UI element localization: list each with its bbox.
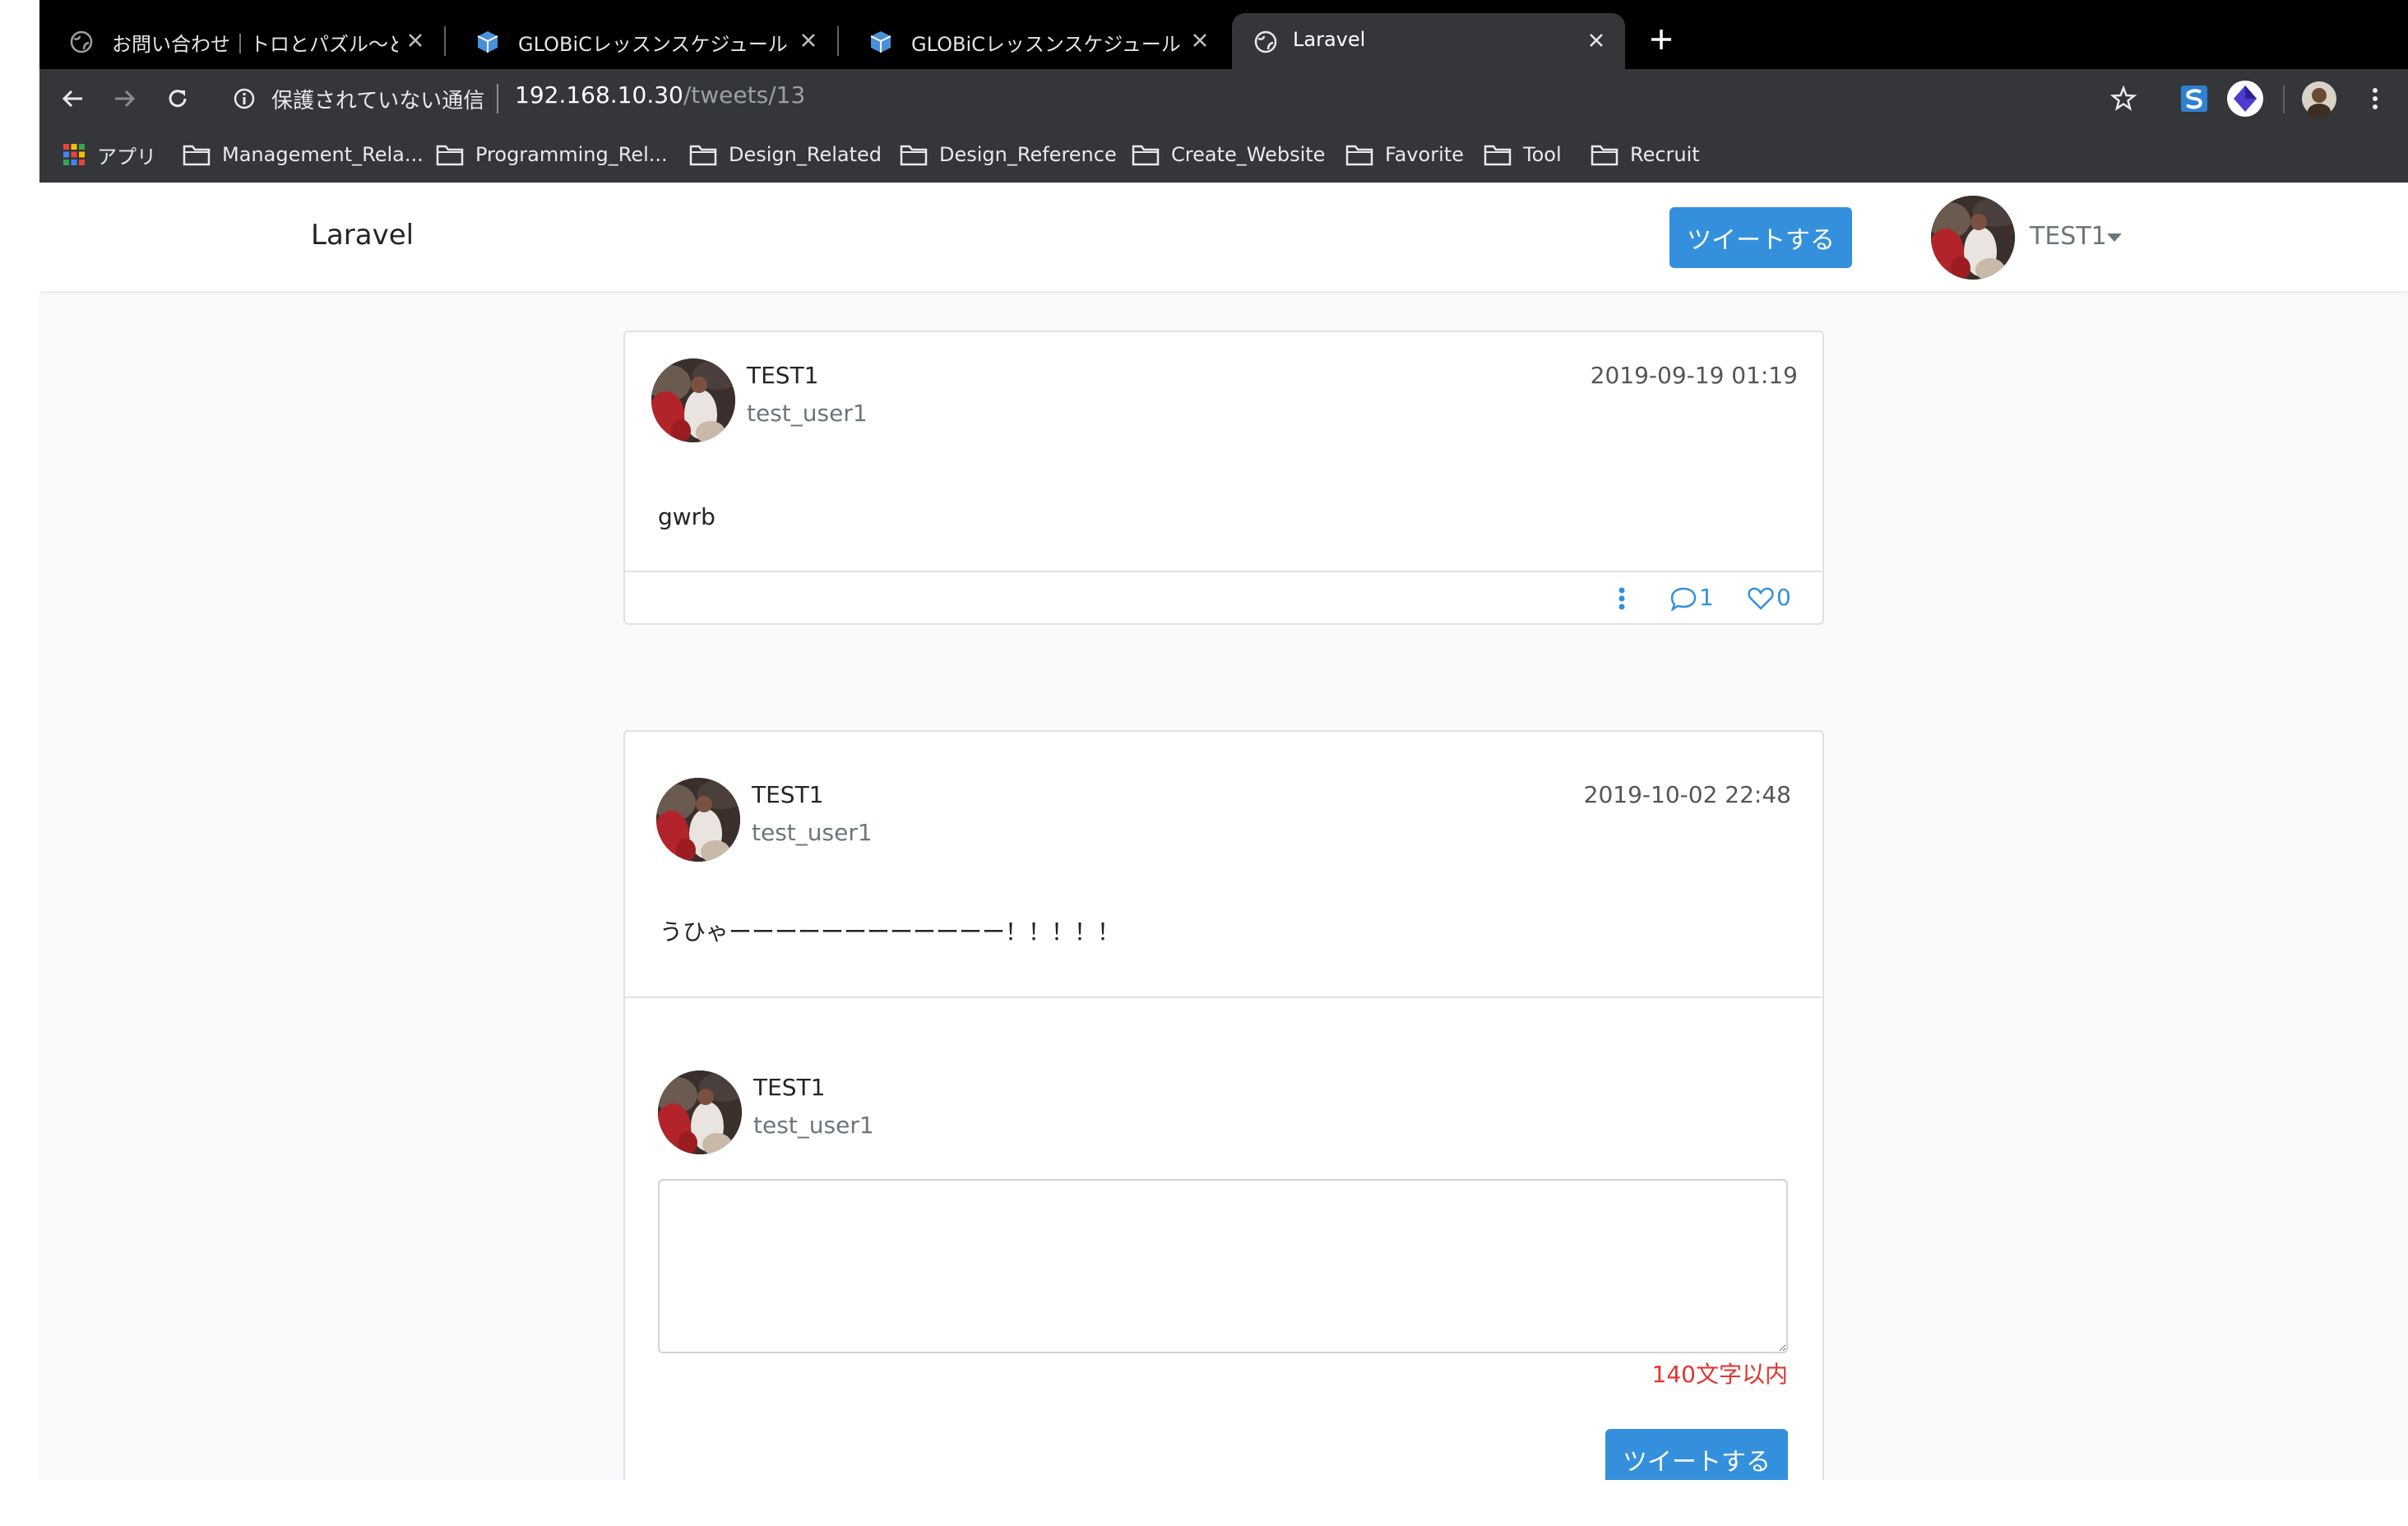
bookmark-folder-recruit[interactable]: Recruit [1591,136,1700,173]
security-status-label[interactable]: 保護されていない通信 [271,84,484,114]
tweet-author-handle: test_user1 [747,400,868,427]
bookmark-folder-favorite[interactable]: Favorite [1345,136,1464,173]
more-options-icon[interactable] [1614,584,1630,613]
toolbar-separator [2283,86,2285,113]
comment-count: 1 [1699,584,1714,611]
comment-card: TEST1 test_user1 2019-10-02 22:48 うひゃーーー… [623,730,1824,1480]
tweet-card: TEST1 test_user1 2019-09-19 01:19 gwrb 1… [623,331,1824,625]
folder-icon [900,145,928,166]
folder-icon [689,145,717,166]
user-avatar[interactable] [1931,196,2015,280]
app-navbar: Laravel ツイートする TEST1 [39,183,2408,291]
new-tab-icon[interactable] [1646,25,1676,54]
reply-author-avatar[interactable] [658,1071,742,1154]
heart-icon[interactable] [1747,585,1775,612]
omnibox-separator [497,84,498,113]
bookmark-folder-create-website[interactable]: Create_Website [1132,136,1325,173]
bookmark-label: Favorite [1385,143,1464,166]
menu-kebab-icon[interactable] [2360,84,2390,113]
forward-arrow-icon[interactable] [110,84,140,113]
tab-laravel[interactable]: Laravel [1232,13,1625,69]
card-divider [625,571,1822,572]
url-host: 192.168.10.30 [515,81,683,109]
tab-title: Laravel [1293,28,1366,51]
bookmark-label: Management_Rela... [222,143,424,166]
bookmark-label: Create_Website [1171,143,1326,166]
bookmark-label: Design_Reference [939,143,1117,166]
folder-icon [1484,145,1512,166]
reload-icon[interactable] [163,84,192,113]
new-tweet-button[interactable]: ツイートする [1669,207,1852,268]
web-page: Laravel ツイートする TEST1 TEST1 test_user1 20… [39,183,2408,1480]
comment-author-handle: test_user1 [752,819,873,846]
tweet-date: 2019-09-19 01:19 [1590,362,1798,389]
folder-icon [1591,145,1618,166]
bookmark-apps[interactable]: アプリ [63,136,156,173]
tweet-author-name: TEST1 [747,362,819,389]
profile-avatar-icon[interactable] [2301,81,2337,117]
reply-author-name: TEST1 [753,1074,826,1101]
bookmark-label: Tool [1523,143,1562,166]
cube-icon [477,31,498,53]
bookmark-label: アプリ [97,145,156,169]
bookmark-label: Programming_Rel... [475,143,668,166]
tweet-author-avatar[interactable] [651,358,735,442]
bookmark-label: Design_Related [729,143,882,166]
browser-toolbar: 保護されていない通信 192.168.10.30/tweets/13 [39,69,2408,128]
bookmark-folder-tool[interactable]: Tool [1484,136,1562,173]
close-tab-icon[interactable] [405,30,426,51]
bookmark-star-icon[interactable] [2109,84,2138,113]
address-bar[interactable]: 192.168.10.30/tweets/13 [515,81,805,109]
tab-strip: お問い合わせ｜トロとパズル〜どこ GLOBiCレッスンスケジュール GLOBiC… [39,0,2408,69]
comment-date: 2019-10-02 22:48 [1583,781,1791,808]
reply-textarea[interactable] [658,1179,1788,1353]
url-path: /tweets/13 [683,81,806,109]
tab-title: お問い合わせ｜トロとパズル〜どこ [112,33,398,56]
bookmark-label: Recruit [1630,143,1700,166]
folder-icon [1132,145,1160,166]
comment-author-name: TEST1 [752,781,824,808]
globe-icon [1254,30,1277,53]
cube-icon [870,31,891,53]
extension-s-icon[interactable] [2178,82,2211,115]
brand-link[interactable]: Laravel [311,219,414,252]
apps-grid-icon [63,144,85,165]
extension-diamond-icon[interactable] [2225,79,2265,118]
close-tab-icon[interactable] [798,30,819,51]
caret-down-icon[interactable] [2107,234,2122,242]
tab-globic-2[interactable]: GLOBiCレッスンスケジュール [839,13,1230,69]
bookmark-folder-design-related[interactable]: Design_Related [689,136,882,173]
back-arrow-icon[interactable] [58,84,87,113]
folder-icon [183,145,211,166]
tab-contact[interactable]: お問い合わせ｜トロとパズル〜どこ [39,13,442,69]
bookmarks-bar: アプリ Management_Rela... Programming_Rel..… [39,128,2408,183]
bookmark-folder-design-reference[interactable]: Design_Reference [900,136,1117,173]
close-tab-icon[interactable] [1586,30,1607,51]
close-tab-icon[interactable] [1189,30,1211,51]
globe-icon [70,30,93,53]
user-menu-toggle[interactable]: TEST1 [2030,222,2107,251]
reply-submit-button[interactable]: ツイートする [1605,1429,1788,1480]
comment-author-avatar[interactable] [656,778,740,862]
bookmark-folder-programming[interactable]: Programming_Rel... [436,136,668,173]
tab-title: GLOBiCレッスンスケジュール [911,33,1181,56]
bookmark-folder-management[interactable]: Management_Rela... [183,136,424,173]
comment-text: うひゃーーーーーーーーーーーー！！！！！ [660,918,1121,946]
folder-icon [1345,145,1373,166]
tab-title: GLOBiCレッスンスケジュール [518,33,788,56]
card-divider [625,997,1822,998]
comment-icon[interactable] [1669,585,1697,612]
like-count: 0 [1776,584,1791,611]
info-icon[interactable] [232,86,257,111]
char-limit-note: 140文字以内 [1651,1361,1788,1388]
folder-icon [436,145,464,166]
tweet-text: gwrb [658,503,715,530]
tab-globic-1[interactable]: GLOBiCレッスンスケジュール [446,13,840,69]
reply-author-handle: test_user1 [753,1112,874,1139]
screen: お問い合わせ｜トロとパズル〜どこ GLOBiCレッスンスケジュール GLOBiC… [39,0,2408,1480]
